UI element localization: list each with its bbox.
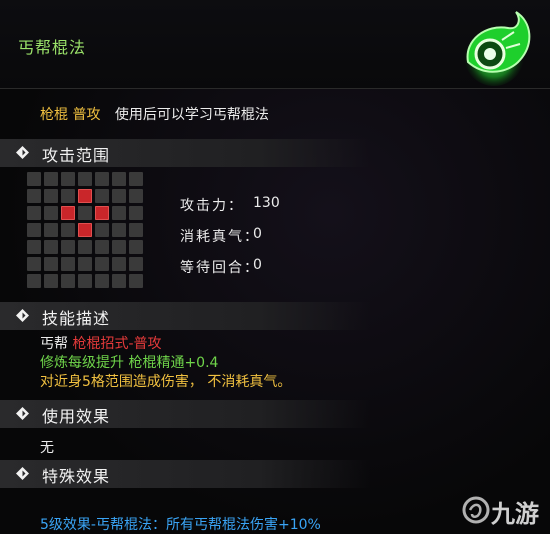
range-cell xyxy=(129,257,143,271)
range-cell xyxy=(61,257,75,271)
range-cell xyxy=(129,223,143,237)
range-cell-hit xyxy=(61,206,75,220)
skill-move-type: 枪棍招式-普攻 xyxy=(72,336,162,352)
range-cell xyxy=(95,223,109,237)
range-cell xyxy=(78,274,92,288)
range-cell xyxy=(112,240,126,254)
range-cell xyxy=(95,257,109,271)
diamond-bullet-icon xyxy=(16,309,29,322)
range-cell xyxy=(129,172,143,186)
range-cell xyxy=(44,274,58,288)
special-effect-bonus: 5级效果-丐帮棍法：所有丐帮棍法伤害+10% xyxy=(40,517,321,533)
range-cell xyxy=(112,274,126,288)
range-cell xyxy=(44,240,58,254)
diamond-bullet-icon xyxy=(16,407,29,420)
stat-value: 0 xyxy=(253,257,262,273)
stat-label: 消耗真气： xyxy=(180,229,260,245)
range-cell xyxy=(78,172,92,186)
range-cell xyxy=(27,206,41,220)
range-cell xyxy=(95,172,109,186)
stat-wait-turns: 等待回合： 0 xyxy=(180,257,340,288)
range-cell xyxy=(61,189,75,203)
range-cell xyxy=(129,189,143,203)
range-cell xyxy=(112,206,126,220)
stat-value: 0 xyxy=(253,226,262,242)
use-effect-text: 无 xyxy=(40,440,54,456)
range-cell xyxy=(129,206,143,220)
item-category: 枪棍 普攻 xyxy=(40,107,101,123)
range-cell xyxy=(112,257,126,271)
range-cell xyxy=(44,223,58,237)
item-description: 枪棍 普攻 使用后可以学习丐帮棍法 xyxy=(40,104,269,124)
skill-line-type: 丐帮 枪棍招式-普攻 xyxy=(40,335,291,354)
stat-label: 等待回合： xyxy=(180,260,260,276)
range-cell xyxy=(61,274,75,288)
range-cell xyxy=(78,240,92,254)
stat-value: 130 xyxy=(253,195,280,211)
range-cell xyxy=(27,172,41,186)
range-cell xyxy=(95,189,109,203)
diamond-bullet-icon xyxy=(16,146,29,159)
range-cell xyxy=(112,223,126,237)
range-cell xyxy=(27,257,41,271)
range-cell-hit xyxy=(95,206,109,220)
range-cell xyxy=(95,274,109,288)
range-cell xyxy=(44,189,58,203)
section-skill-description: 技能描述 xyxy=(0,302,370,330)
item-tooltip-panel: 丐帮棍法 枪棍 普攻 使用后可以学习丐帮棍法 攻击范围 攻击力： 130 消耗真… xyxy=(0,0,550,534)
item-usage-text: 使用后可以学习丐帮棍法 xyxy=(114,107,269,123)
section-title: 特殊效果 xyxy=(42,467,111,486)
section-title: 攻击范围 xyxy=(42,146,111,165)
range-cell-hit xyxy=(78,189,92,203)
attack-range-grid xyxy=(27,172,145,290)
section-special-effect: 特殊效果 xyxy=(0,460,370,488)
range-cell xyxy=(129,274,143,288)
range-cell xyxy=(27,274,41,288)
range-cell xyxy=(27,223,41,237)
site-logo-text: 九游 xyxy=(491,500,539,528)
skill-stats: 攻击力： 130 消耗真气： 0 等待回合： 0 xyxy=(180,195,340,288)
skill-sect: 丐帮 xyxy=(40,336,73,352)
range-cell xyxy=(129,240,143,254)
range-cell xyxy=(95,240,109,254)
stat-attack: 攻击力： 130 xyxy=(180,195,340,226)
diamond-bullet-icon xyxy=(16,467,29,480)
item-title: 丐帮棍法 xyxy=(18,38,87,57)
range-cell xyxy=(44,257,58,271)
range-cell xyxy=(44,206,58,220)
range-cell-hit xyxy=(78,223,92,237)
section-title: 技能描述 xyxy=(42,309,111,328)
section-use-effect: 使用效果 xyxy=(0,400,370,428)
section-title: 使用效果 xyxy=(42,407,111,426)
range-cell xyxy=(61,172,75,186)
stat-label: 攻击力： xyxy=(180,198,244,214)
range-cell xyxy=(78,257,92,271)
range-cell xyxy=(78,206,92,220)
skill-line-effect: 对近身5格范围造成伤害， 不消耗真气。 xyxy=(40,374,292,390)
skill-description: 丐帮 枪棍招式-普攻 修炼每级提升 枪棍精通+0.4 对近身5格范围造成伤害， … xyxy=(40,335,291,392)
stat-qi-cost: 消耗真气： 0 xyxy=(180,226,340,257)
range-cell xyxy=(61,223,75,237)
skill-emblem-icon xyxy=(464,11,531,86)
range-cell xyxy=(61,240,75,254)
range-cell xyxy=(27,189,41,203)
range-cell xyxy=(112,172,126,186)
tooltip-header: 丐帮棍法 xyxy=(0,0,550,89)
range-cell xyxy=(112,189,126,203)
range-cell xyxy=(44,172,58,186)
range-cell xyxy=(27,240,41,254)
skill-line-growth: 修炼每级提升 枪棍精通+0.4 xyxy=(40,355,219,371)
section-attack-range: 攻击范围 xyxy=(0,139,370,167)
